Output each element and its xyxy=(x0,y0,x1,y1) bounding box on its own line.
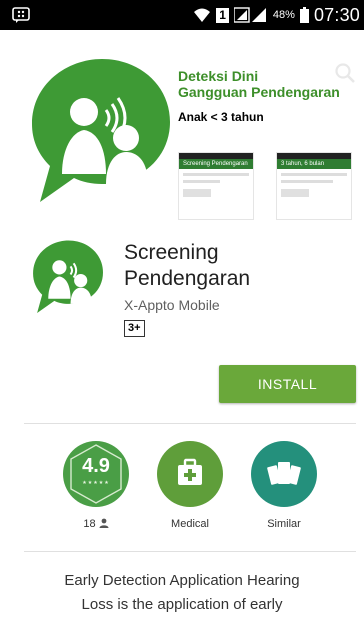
similar-label: Similar xyxy=(267,518,301,530)
banner-subtitle: Anak < 3 tahun xyxy=(178,110,264,124)
similar-circle xyxy=(251,441,317,507)
battery-percent: 48% xyxy=(272,9,295,21)
app-name: Screening Pendengaran xyxy=(124,241,251,290)
wifi-icon xyxy=(194,8,211,22)
rating-stars-icon: ★★★★★ xyxy=(82,480,110,486)
user-icon xyxy=(99,518,109,528)
preview-screenshot-1[interactable]: Screening Pendengaran xyxy=(178,152,254,220)
sim-badge: 1 xyxy=(216,7,229,23)
content-rating-badge: 3+ xyxy=(124,320,145,337)
app-description[interactable]: Early Detection Application Hearing Loss… xyxy=(0,569,364,617)
app-icon xyxy=(33,240,103,313)
signal-icon xyxy=(233,7,266,23)
preview-screenshot-2[interactable]: 3 tahun, 6 bulan xyxy=(276,152,352,220)
rating-count-label: 18 xyxy=(56,518,136,530)
category-label: Medical xyxy=(171,518,209,530)
back-arrow-icon[interactable] xyxy=(26,64,46,82)
rating-stat[interactable]: 4.9 ★★★★★ xyxy=(56,441,136,507)
battery-icon xyxy=(299,7,309,23)
rating-value: 4.9 xyxy=(82,455,110,477)
feature-banner: Deteksi Dini Gangguan Pendengaran Anak <… xyxy=(0,30,364,230)
similar-stat[interactable] xyxy=(244,441,324,507)
rating-circle: 4.9 ★★★★★ xyxy=(63,441,129,507)
similar-cards-icon xyxy=(267,462,301,485)
install-button[interactable]: INSTALL xyxy=(219,365,356,403)
bbm-icon xyxy=(12,7,30,23)
developer-name[interactable]: X-Appto Mobile xyxy=(124,297,220,313)
divider xyxy=(24,423,356,424)
category-circle xyxy=(157,441,223,507)
status-bar: 1 48% 07:30 xyxy=(0,0,364,30)
clock: 07:30 xyxy=(313,4,360,25)
divider xyxy=(24,551,356,552)
category-stat[interactable] xyxy=(150,441,230,507)
medical-kit-icon xyxy=(178,458,202,485)
search-icon[interactable] xyxy=(334,62,356,84)
